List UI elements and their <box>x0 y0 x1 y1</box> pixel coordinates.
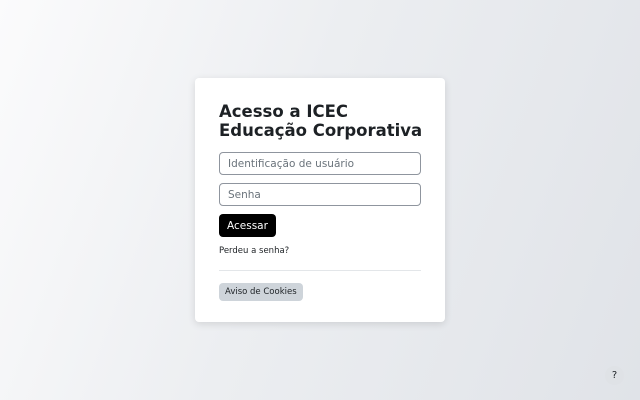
page-title-line-2: Educação Corporativa <box>219 121 423 140</box>
forgot-password-link[interactable]: Perdeu a senha? <box>219 246 289 256</box>
login-card: Acesso a ICEC Educação Corporativa Acess… <box>195 78 445 322</box>
help-button[interactable]: ? <box>605 366 624 385</box>
page-title: Acesso a ICEC Educação Corporativa <box>219 102 423 140</box>
cookies-notice-button[interactable]: Aviso de Cookies <box>219 283 303 301</box>
username-input[interactable] <box>219 152 421 175</box>
question-icon: ? <box>611 370 618 381</box>
login-button[interactable]: Acessar <box>219 214 276 237</box>
password-input[interactable] <box>219 183 421 206</box>
page-title-line-1: Acesso a ICEC <box>219 102 348 121</box>
divider <box>219 270 421 271</box>
